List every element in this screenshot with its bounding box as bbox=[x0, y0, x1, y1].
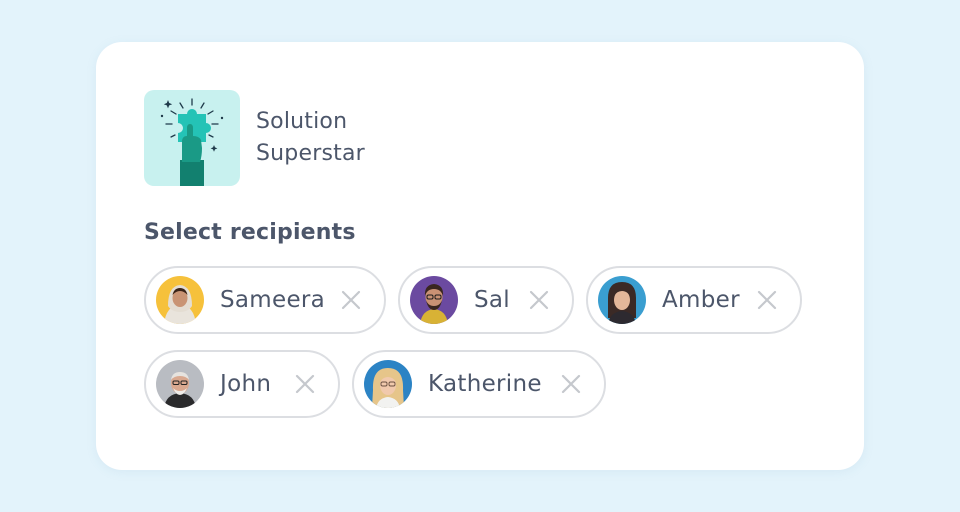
avatar bbox=[156, 276, 204, 324]
close-icon bbox=[529, 290, 549, 310]
recipient-chip[interactable]: John bbox=[144, 350, 340, 418]
award-title: Solution Superstar bbox=[256, 106, 365, 170]
section-heading: Select recipients bbox=[144, 220, 356, 245]
avatar bbox=[410, 276, 458, 324]
puzzle-hand-icon bbox=[144, 90, 240, 186]
close-icon bbox=[561, 374, 581, 394]
avatar bbox=[598, 276, 646, 324]
award-card: Solution Superstar Select recipients Sam… bbox=[96, 42, 864, 470]
recipient-name: Katherine bbox=[428, 371, 542, 397]
recipient-name: Amber bbox=[662, 287, 740, 313]
recipient-name: John bbox=[220, 371, 272, 397]
close-icon bbox=[757, 290, 777, 310]
recipient-chip[interactable]: Sameera bbox=[144, 266, 386, 334]
award-title-line-2: Superstar bbox=[256, 141, 365, 166]
award-header: Solution Superstar bbox=[144, 90, 365, 186]
recipient-name: Sameera bbox=[220, 287, 326, 313]
close-icon bbox=[341, 290, 361, 310]
recipient-chip[interactable]: Amber bbox=[586, 266, 802, 334]
remove-recipient-button[interactable] bbox=[294, 373, 316, 395]
recipient-chip[interactable]: Katherine bbox=[352, 350, 606, 418]
remove-recipient-button[interactable] bbox=[528, 289, 550, 311]
avatar bbox=[156, 360, 204, 408]
recipient-chip[interactable]: Sal bbox=[398, 266, 574, 334]
remove-recipient-button[interactable] bbox=[756, 289, 778, 311]
recipient-name: Sal bbox=[474, 287, 510, 313]
remove-recipient-button[interactable] bbox=[560, 373, 582, 395]
remove-recipient-button[interactable] bbox=[340, 289, 362, 311]
award-title-line-1: Solution bbox=[256, 109, 348, 134]
close-icon bbox=[295, 374, 315, 394]
avatar bbox=[364, 360, 412, 408]
